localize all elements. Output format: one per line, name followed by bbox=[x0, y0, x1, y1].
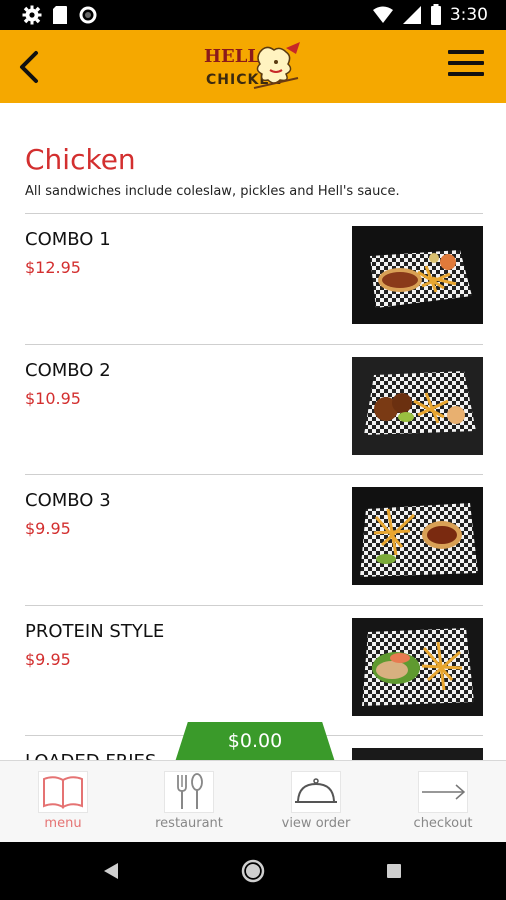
item-name: COMBO 1 bbox=[25, 229, 111, 250]
item-price: $9.95 bbox=[25, 519, 71, 538]
back-arrow-icon bbox=[20, 51, 38, 83]
nav-item-menu[interactable]: menu bbox=[0, 761, 126, 843]
nav-label-menu: menu bbox=[44, 816, 82, 831]
menu-item[interactable]: COMBO 3 $9.95 bbox=[0, 475, 506, 605]
restaurant-logo: HELL'S CHICKEN bbox=[200, 40, 308, 96]
system-home-icon[interactable] bbox=[241, 859, 265, 883]
item-name: COMBO 3 bbox=[25, 490, 111, 511]
category-description: All sandwiches include coleslaw, pickles… bbox=[25, 184, 400, 199]
item-photo bbox=[352, 357, 483, 455]
circle-icon bbox=[79, 6, 97, 24]
hamburger-menu-icon bbox=[448, 50, 484, 76]
system-back-icon[interactable] bbox=[102, 862, 120, 880]
arrow-right-icon bbox=[418, 771, 468, 813]
nav-label-checkout: checkout bbox=[413, 816, 473, 831]
bottom-nav: menu restaurant view order checkout bbox=[0, 760, 506, 842]
item-photo bbox=[352, 748, 483, 760]
battery-icon bbox=[430, 4, 441, 25]
nav-label-view-order: view order bbox=[281, 816, 351, 831]
system-recents-icon[interactable] bbox=[386, 863, 402, 879]
sd-card-icon bbox=[53, 6, 67, 24]
cart-total: $0.00 bbox=[227, 730, 283, 752]
app-bar: HELL'S CHICKEN bbox=[0, 30, 506, 103]
nav-item-view-order[interactable]: view order bbox=[253, 761, 379, 843]
menu-item[interactable]: COMBO 2 $10.95 bbox=[0, 345, 506, 475]
menu-content[interactable]: Chicken All sandwiches include coleslaw,… bbox=[0, 103, 506, 760]
nav-label-restaurant: restaurant bbox=[155, 816, 223, 831]
item-photo bbox=[352, 226, 483, 324]
signal-icon bbox=[402, 5, 421, 24]
status-bar: 3:30 bbox=[0, 0, 506, 30]
category-title: Chicken bbox=[25, 143, 136, 176]
item-name: LOADED FRIES bbox=[25, 751, 156, 760]
cart-total-tab[interactable]: $0.00 bbox=[175, 722, 335, 762]
item-photo bbox=[352, 487, 483, 585]
wifi-icon bbox=[372, 6, 393, 23]
item-name: COMBO 2 bbox=[25, 360, 111, 381]
fork-knife-icon bbox=[164, 771, 214, 813]
nav-item-checkout[interactable]: checkout bbox=[380, 761, 506, 843]
item-photo bbox=[352, 618, 483, 716]
cloche-icon bbox=[291, 771, 341, 813]
item-price: $12.95 bbox=[25, 258, 81, 277]
status-time: 3:30 bbox=[449, 4, 488, 25]
menu-item[interactable]: COMBO 1 $12.95 bbox=[0, 214, 506, 344]
settings-icon bbox=[22, 5, 42, 25]
item-name: PROTEIN STYLE bbox=[25, 621, 165, 642]
system-navigation-bar bbox=[0, 842, 506, 900]
hamburger-menu-button[interactable] bbox=[448, 50, 484, 82]
back-button[interactable] bbox=[10, 47, 50, 87]
item-price: $10.95 bbox=[25, 389, 81, 408]
book-icon bbox=[38, 771, 88, 813]
nav-item-restaurant[interactable]: restaurant bbox=[126, 761, 252, 843]
menu-item[interactable]: PROTEIN STYLE $9.95 bbox=[0, 606, 506, 736]
item-price: $9.95 bbox=[25, 650, 71, 669]
